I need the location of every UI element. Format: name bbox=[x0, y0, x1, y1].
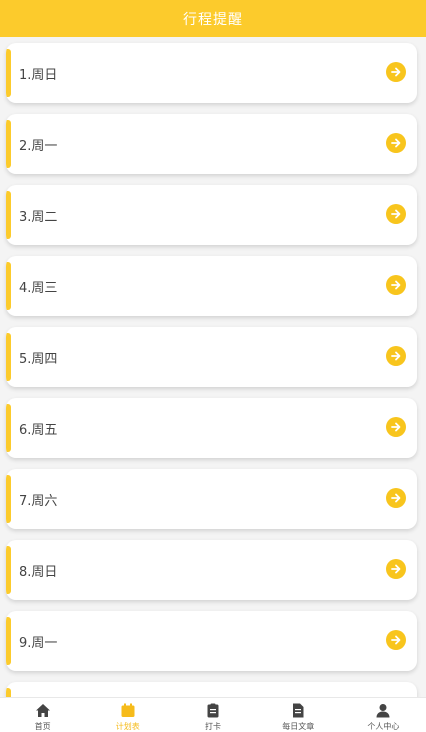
arrow-right-icon[interactable] bbox=[386, 133, 406, 153]
tab-label: 首页 bbox=[34, 722, 51, 731]
day-label: 1.周日 bbox=[19, 67, 58, 83]
day-card[interactable]: 1.周日 bbox=[6, 43, 417, 103]
arrow-right-icon[interactable] bbox=[386, 488, 406, 508]
tab-home[interactable]: 首页 bbox=[0, 698, 85, 732]
tab-articles[interactable]: 每日文章 bbox=[256, 698, 341, 732]
day-card[interactable]: 5.周四 bbox=[6, 327, 417, 387]
arrow-right-icon[interactable] bbox=[386, 346, 406, 366]
accent-bar bbox=[6, 262, 11, 310]
user-icon bbox=[375, 703, 391, 718]
day-card[interactable]: 2.周一 bbox=[6, 114, 417, 174]
day-card[interactable]: 9.周一 bbox=[6, 611, 417, 671]
accent-bar bbox=[6, 475, 11, 523]
tab-checkin[interactable]: 打卡 bbox=[170, 698, 255, 732]
day-label: 3.周二 bbox=[19, 209, 58, 225]
tab-label: 计划表 bbox=[115, 722, 140, 731]
day-card[interactable] bbox=[6, 682, 417, 697]
arrow-right-icon[interactable] bbox=[386, 62, 406, 82]
accent-bar bbox=[6, 688, 11, 697]
page-title: 行程提醒 bbox=[183, 11, 243, 28]
document-icon bbox=[290, 703, 306, 718]
day-label: 6.周五 bbox=[19, 422, 58, 438]
tab-label: 个人中心 bbox=[367, 722, 400, 731]
accent-bar bbox=[6, 333, 11, 381]
day-label: 4.周三 bbox=[19, 280, 58, 296]
accent-bar bbox=[6, 49, 11, 97]
day-label: 5.周四 bbox=[19, 351, 58, 367]
day-card[interactable]: 7.周六 bbox=[6, 469, 417, 529]
schedule-list[interactable]: 1.周日 2.周一 3.周二 4.周三 5.周四 6.周五 7.周六 8.周日 … bbox=[0, 37, 426, 697]
bottom-tab-bar: 首页 计划表 打卡 每日文章 个人中心 bbox=[0, 697, 426, 732]
tab-label: 每日文章 bbox=[282, 722, 315, 731]
arrow-right-icon[interactable] bbox=[386, 204, 406, 224]
day-card[interactable]: 4.周三 bbox=[6, 256, 417, 316]
day-card[interactable]: 8.周日 bbox=[6, 540, 417, 600]
accent-bar bbox=[6, 404, 11, 452]
day-label: 8.周日 bbox=[19, 564, 58, 580]
tab-plan[interactable]: 计划表 bbox=[85, 698, 170, 732]
home-icon bbox=[35, 703, 51, 718]
arrow-right-icon[interactable] bbox=[386, 275, 406, 295]
day-card[interactable]: 6.周五 bbox=[6, 398, 417, 458]
day-card[interactable]: 3.周二 bbox=[6, 185, 417, 245]
calendar-icon bbox=[120, 703, 136, 718]
clipboard-icon bbox=[205, 703, 221, 718]
accent-bar bbox=[6, 546, 11, 594]
arrow-right-icon[interactable] bbox=[386, 630, 406, 650]
tab-profile[interactable]: 个人中心 bbox=[341, 698, 426, 732]
accent-bar bbox=[6, 120, 11, 168]
day-label: 7.周六 bbox=[19, 493, 58, 509]
accent-bar bbox=[6, 191, 11, 239]
app-header: 行程提醒 bbox=[0, 0, 426, 37]
tab-label: 打卡 bbox=[205, 722, 221, 731]
arrow-right-icon[interactable] bbox=[386, 417, 406, 437]
accent-bar bbox=[6, 617, 11, 665]
arrow-right-icon[interactable] bbox=[386, 559, 406, 579]
day-label: 2.周一 bbox=[19, 138, 58, 154]
day-label: 9.周一 bbox=[19, 635, 58, 651]
